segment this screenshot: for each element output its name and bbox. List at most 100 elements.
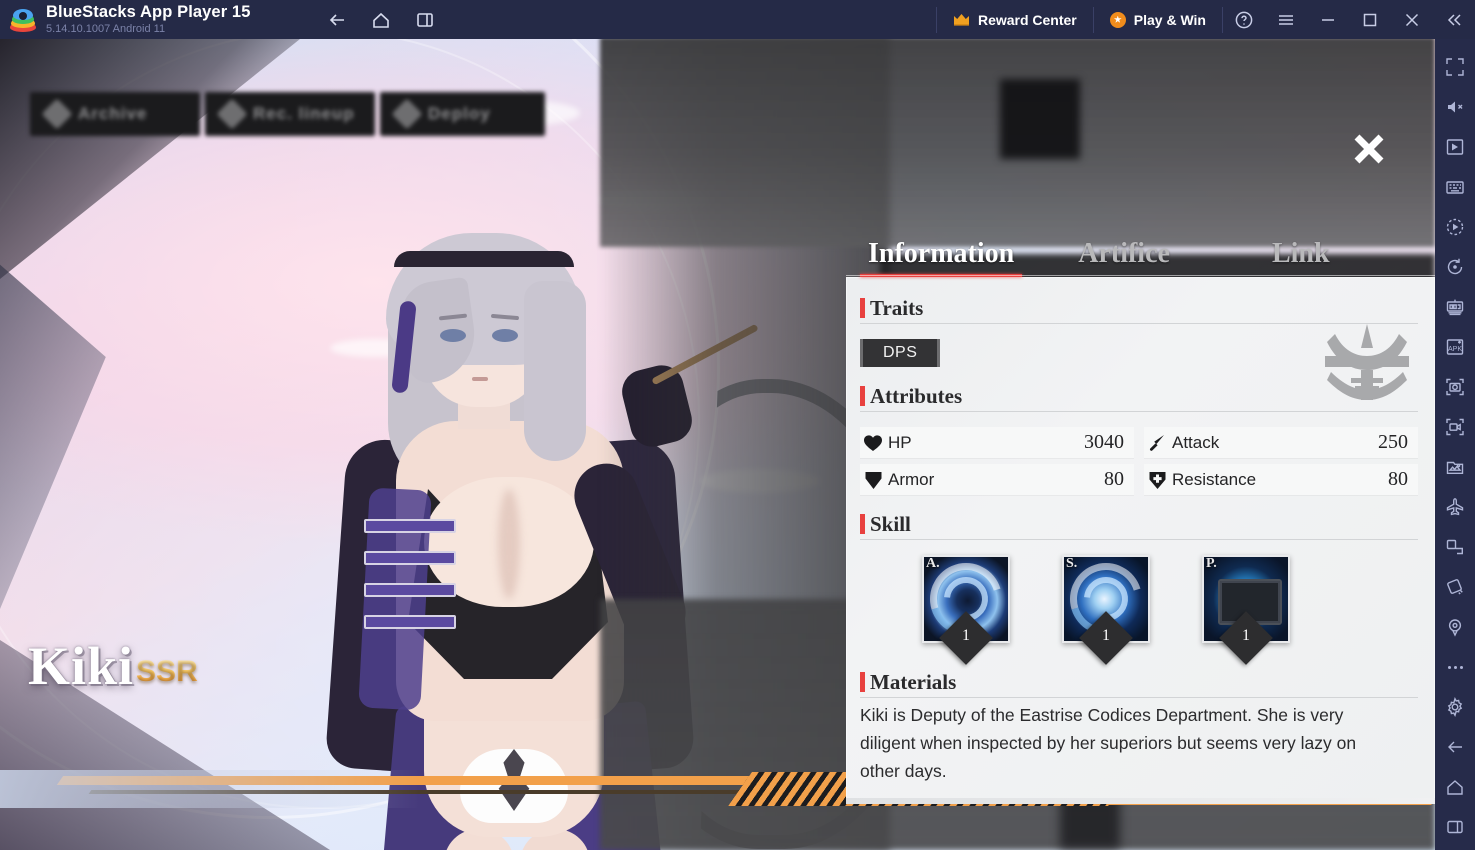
minimize-icon[interactable]: [1307, 0, 1349, 39]
character-artwork: [228, 189, 928, 850]
character-name: Kiki: [28, 636, 135, 696]
fullscreen-icon[interactable]: [1435, 47, 1475, 87]
attribute-row-attack: Attack 250: [1144, 427, 1418, 458]
panel-footer: [846, 798, 1435, 804]
airplane-mode-icon[interactable]: [1435, 487, 1475, 527]
tab-information[interactable]: Information: [860, 237, 1023, 277]
attribute-value: 250: [1378, 431, 1408, 453]
cloud: [430, 99, 580, 127]
game-viewport[interactable]: Kiki SSR Archive Rec. lineup Deploy Info…: [0, 39, 1435, 850]
bluestacks-logo: [10, 7, 36, 33]
rotate-icon[interactable]: [1435, 247, 1475, 287]
titlebar-right: Reward Center Play & Win: [935, 0, 1475, 39]
title-block: BlueStacks App Player 15 5.14.10.1007 An…: [46, 3, 250, 36]
tilt-icon[interactable]: [1435, 567, 1475, 607]
maximize-icon[interactable]: [1349, 0, 1391, 39]
question-circle-icon[interactable]: [1223, 0, 1265, 39]
materials-title: Materials: [870, 670, 957, 694]
home-icon[interactable]: [370, 9, 392, 31]
install-apk-icon[interactable]: APK: [1435, 327, 1475, 367]
tab-artifice[interactable]: Artifice: [1070, 237, 1178, 277]
more-icon[interactable]: [1435, 647, 1475, 687]
hamburger-menu-icon[interactable]: [1265, 0, 1307, 39]
macro-recorder-icon[interactable]: [1435, 207, 1475, 247]
character-description: Kiki is Deputy of the Eastrise Codices D…: [860, 705, 1357, 781]
section-rule: [860, 697, 1418, 698]
screen-record-icon[interactable]: [1435, 407, 1475, 447]
section-accent-bar: [860, 514, 865, 534]
section-rule: [860, 539, 1418, 540]
reward-center-label: Reward Center: [977, 11, 1077, 28]
app-version: 5.14.10.1007 Android 11: [46, 23, 166, 35]
bluestacks-sidebar: APK: [1435, 39, 1475, 850]
tab-link[interactable]: Link: [1264, 237, 1338, 277]
svg-text:APK: APK: [1448, 346, 1462, 353]
screenshot-icon[interactable]: [1435, 367, 1475, 407]
keymapping-icon[interactable]: [1435, 167, 1475, 207]
android-nav-controls: [326, 9, 436, 31]
close-icon[interactable]: [1391, 0, 1433, 39]
attribute-row-armor: Armor 80: [860, 464, 1134, 495]
play-and-win-button[interactable]: Play & Win: [1094, 0, 1222, 39]
location-icon[interactable]: [1435, 607, 1475, 647]
mute-icon[interactable]: [1435, 87, 1475, 127]
resistance-icon: [1146, 469, 1168, 491]
play-and-win-label: Play & Win: [1133, 11, 1206, 28]
materials-heading: Materials: [860, 669, 1418, 698]
skill-tag: P.: [1206, 556, 1217, 571]
attribute-label: HP: [888, 432, 912, 452]
section-accent-bar: [860, 386, 865, 406]
skill-slots: A. 1 S. 1 P. 1: [860, 545, 1418, 665]
attribute-row-hp: HP 3040: [860, 427, 1134, 458]
attribute-label: Resistance: [1172, 469, 1257, 489]
recent-apps-icon[interactable]: [1435, 807, 1475, 847]
home-icon[interactable]: [1435, 767, 1475, 807]
media-manager-icon[interactable]: [1435, 447, 1475, 487]
game-controls-icon[interactable]: [1435, 127, 1475, 167]
detail-tabs: Information Artifice Link: [846, 219, 1435, 277]
materials-section: Materials: [860, 669, 1418, 698]
settings-gear-icon[interactable]: [1435, 687, 1475, 727]
heart-icon: [862, 432, 884, 454]
section-accent-bar: [860, 298, 865, 318]
back-icon[interactable]: [326, 9, 348, 31]
traits-title: Traits: [870, 296, 924, 320]
multi-instance-icon[interactable]: [1435, 287, 1475, 327]
attribute-label: Attack: [1172, 432, 1220, 452]
skill-section: Skill: [860, 511, 1418, 540]
trait-badge-dps[interactable]: DPS: [860, 339, 941, 367]
section-accent-bar: [860, 672, 865, 692]
skill-slot-passive[interactable]: P. 1: [1202, 555, 1290, 665]
reward-center-button[interactable]: Reward Center: [937, 0, 1093, 39]
skill-level-value: 1: [1242, 627, 1250, 644]
sword-icon: [1146, 432, 1168, 454]
attribute-label: Armor: [888, 469, 935, 489]
recent-apps-icon[interactable]: [414, 9, 436, 31]
skill-heading: Skill: [860, 511, 1418, 540]
skill-level-value: 1: [1102, 627, 1110, 644]
skill-slot-special[interactable]: S. 1: [1062, 555, 1150, 665]
tabs-underline: [846, 275, 1435, 276]
back-icon[interactable]: [1435, 727, 1475, 767]
section-rule: [860, 411, 1418, 412]
traits-section: Traits: [860, 295, 1418, 324]
attributes-title: Attributes: [870, 384, 963, 408]
skill-tag: A.: [926, 556, 940, 571]
attributes-grid: HP 3040 Attack 250 Armor 80 Resistance 8…: [860, 427, 1418, 495]
titlebar: BlueStacks App Player 15 5.14.10.1007 An…: [0, 0, 1475, 39]
double-chevron-left-icon[interactable]: [1433, 0, 1475, 39]
skill-level-value: 1: [962, 627, 970, 644]
star-badge-icon: [1109, 11, 1126, 28]
attribute-row-resistance: Resistance 80: [1144, 464, 1418, 495]
attribute-value: 3040: [1084, 431, 1124, 453]
character-rarity: SSR: [136, 655, 198, 688]
crown-icon: [953, 13, 970, 26]
skill-tag: S.: [1066, 556, 1078, 571]
skill-slot-active[interactable]: A. 1: [922, 555, 1010, 665]
character-nameplate: Kiki SSR: [28, 639, 198, 693]
traits-heading: Traits: [860, 295, 1418, 324]
shield-icon: [862, 469, 884, 491]
close-x-icon[interactable]: [1345, 125, 1393, 173]
attribute-value: 80: [1388, 468, 1408, 490]
shake-icon[interactable]: [1435, 527, 1475, 567]
